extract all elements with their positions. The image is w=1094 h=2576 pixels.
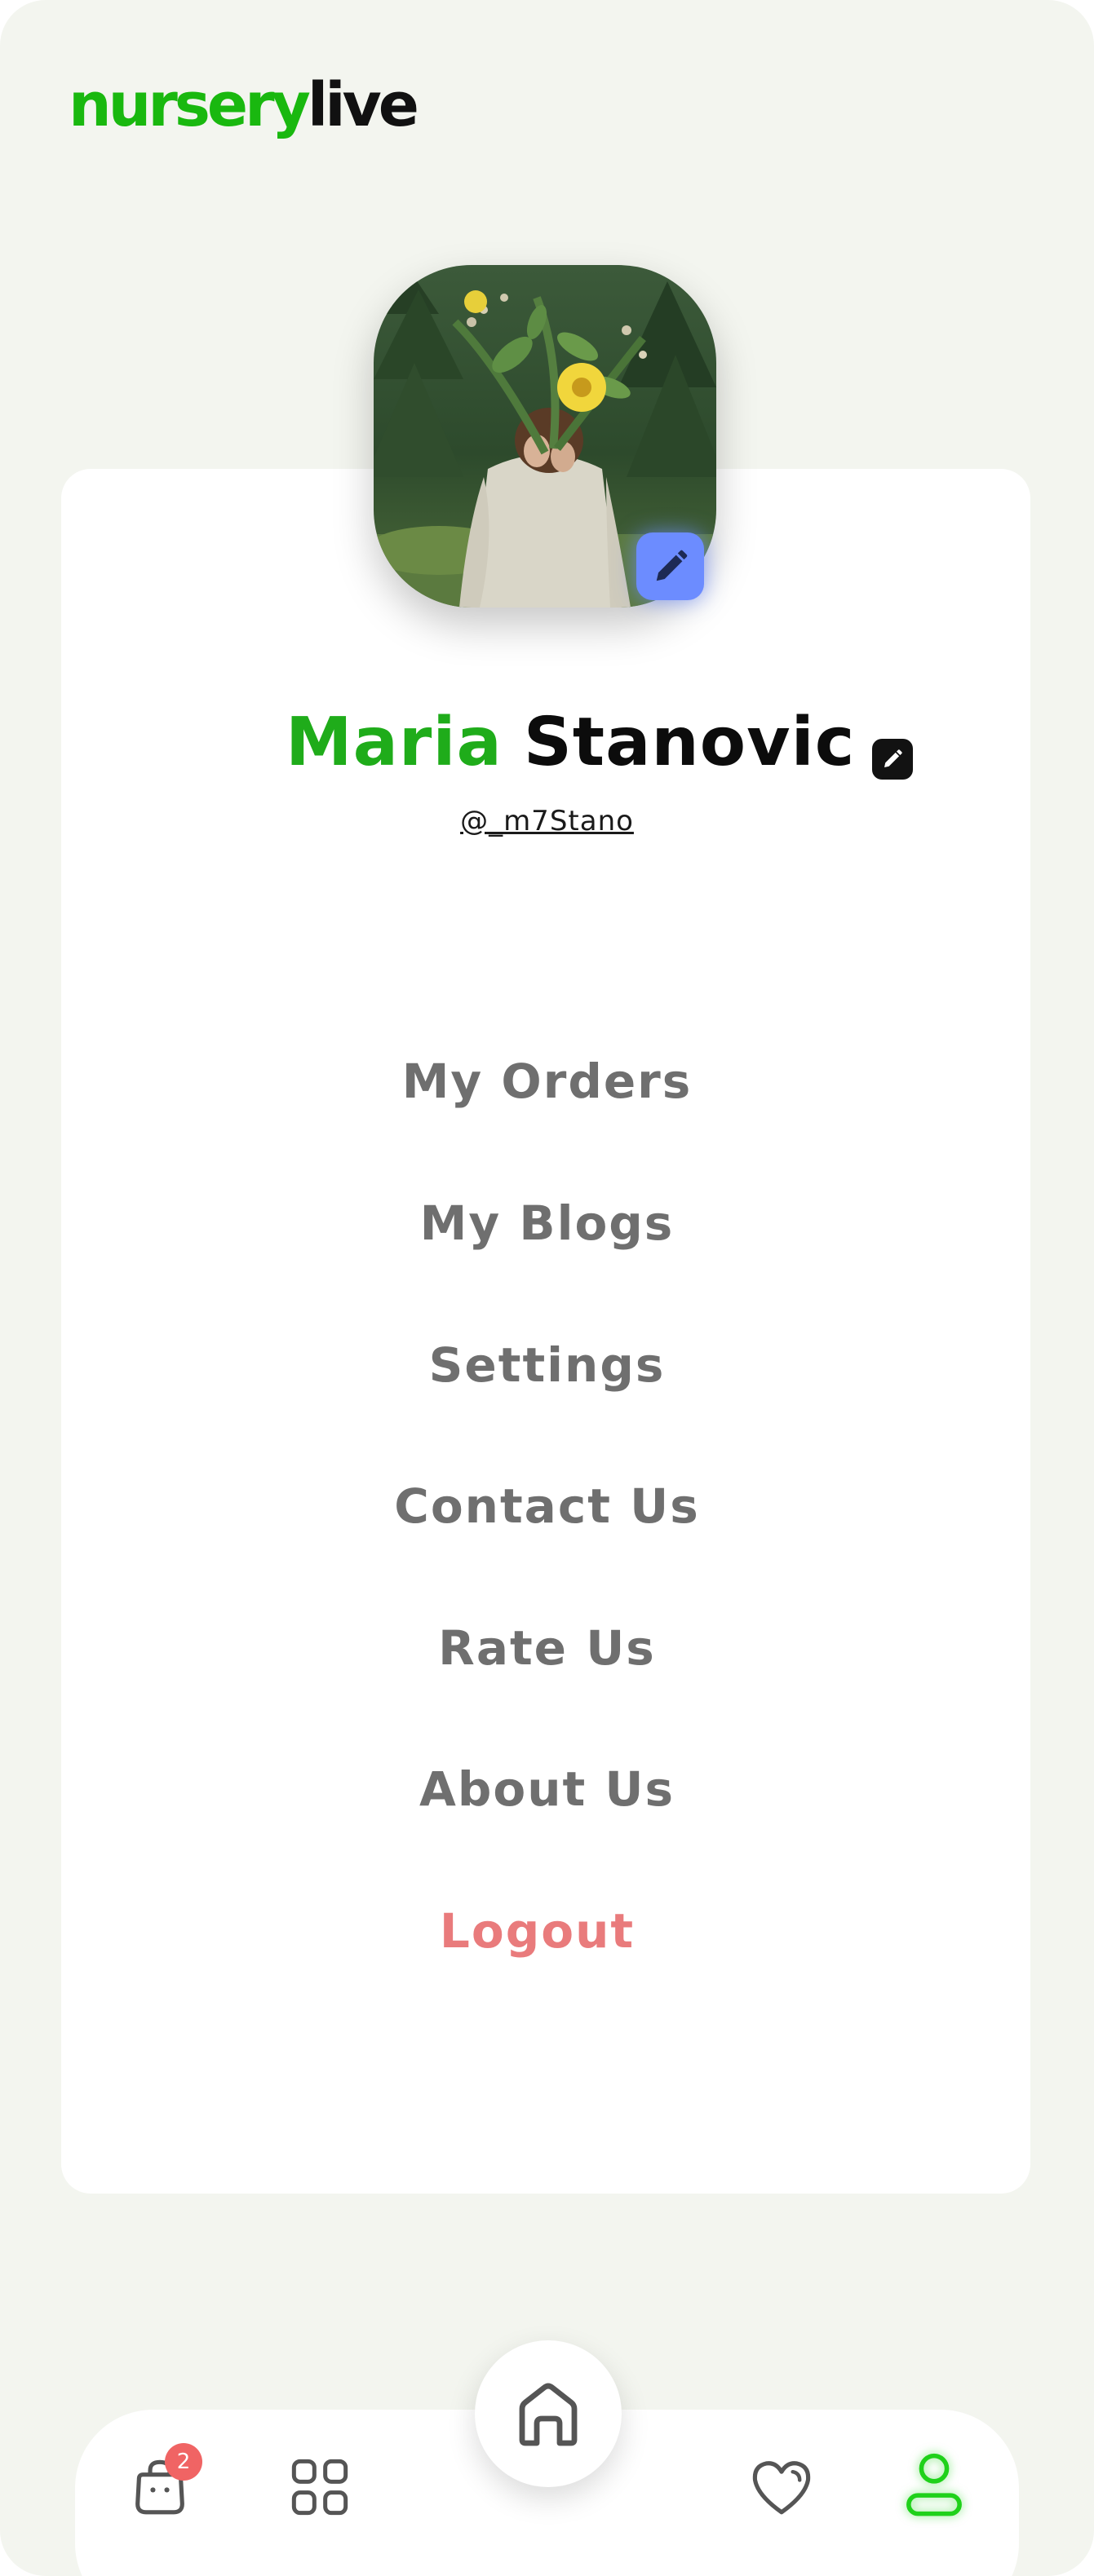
profile-nav-button[interactable] [897, 2446, 971, 2525]
menu-item-my-blogs[interactable]: My Blogs [0, 1200, 1094, 1247]
heart-icon [752, 2461, 811, 2515]
categories-button[interactable] [284, 2451, 356, 2523]
menu-item-contact-us[interactable]: Contact Us [0, 1482, 1094, 1530]
profile-screen: nurserylive Maria Stanovic @_m7Stano My … [0, 0, 1094, 2576]
menu-item-my-orders[interactable]: My Orders [0, 1058, 1094, 1105]
username-handle[interactable]: @_m7Stano [0, 805, 1094, 837]
menu-item-about-us[interactable]: About Us [0, 1765, 1094, 1813]
first-name: Maria [286, 704, 503, 781]
nurserylive-logo: nurserylive [69, 75, 419, 135]
user-icon [906, 2453, 962, 2516]
menu-item-rate-us[interactable]: Rate Us [0, 1624, 1094, 1672]
avatar-edit-button[interactable] [636, 532, 704, 600]
home-button[interactable] [475, 2340, 622, 2487]
menu-item-settings[interactable]: Settings [0, 1341, 1094, 1389]
edit-name-button[interactable] [872, 739, 913, 780]
cart-count-badge: 2 [165, 2443, 202, 2481]
logo-part-dark: live [307, 70, 419, 140]
pencil-icon [656, 550, 687, 581]
grid-icon [291, 2459, 348, 2516]
last-name: Stanovic [523, 704, 856, 781]
logo-part-green: nursery [69, 70, 311, 140]
edit-square-icon [884, 749, 902, 767]
wishlist-button[interactable] [746, 2451, 817, 2523]
logout-button[interactable]: Logout [0, 1907, 1084, 1955]
home-icon [519, 2383, 578, 2446]
profile-name: Maria Stanovic [286, 709, 855, 776]
